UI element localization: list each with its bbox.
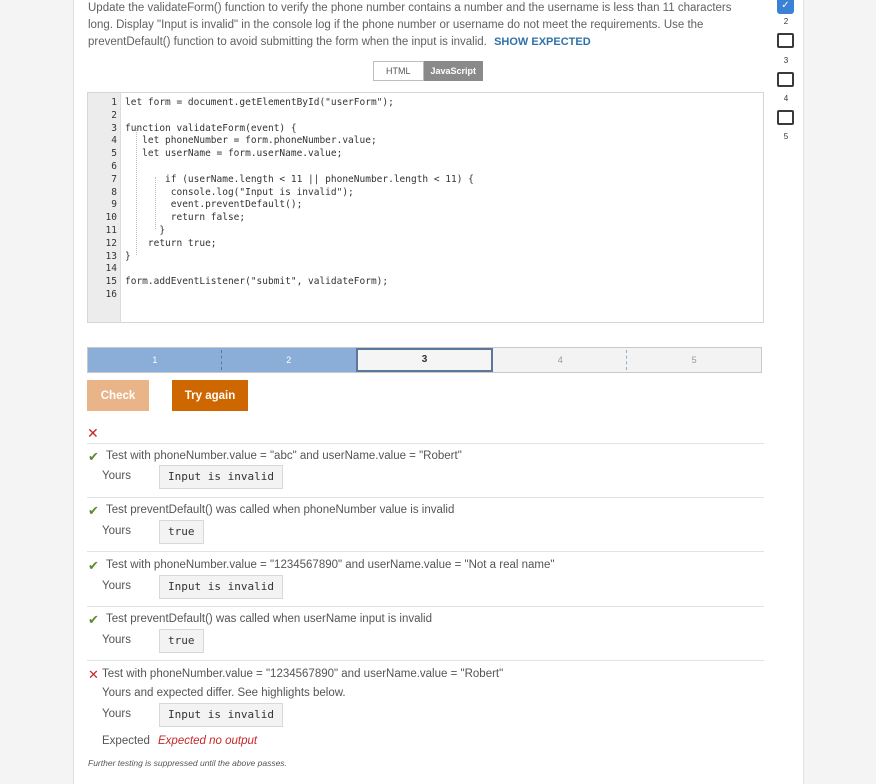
- code-line: 14: [88, 263, 763, 276]
- code-text: form.addEventListener("submit", validate…: [125, 276, 389, 288]
- code-line: 4 let phoneNumber = form.phoneNumber.val…: [88, 135, 763, 148]
- divider: [87, 551, 764, 552]
- line-number: 8: [111, 186, 117, 198]
- code-line: 6: [88, 161, 763, 174]
- yours-output: Input is invalid: [159, 465, 283, 489]
- test-title: Test preventDefault() was called when us…: [106, 613, 432, 625]
- code-line: 16: [88, 289, 763, 302]
- line-number: 12: [105, 237, 117, 249]
- check-button[interactable]: Check: [87, 380, 149, 411]
- test-title: Test with phoneNumber.value = "123456789…: [102, 668, 504, 680]
- line-number: 1: [111, 97, 117, 108]
- level-1-complete-icon[interactable]: ✓: [777, 0, 794, 14]
- code-line: 3 function validateForm(event) {: [88, 123, 763, 136]
- code-line: 1 let form = document.getElementById("use…: [88, 97, 763, 110]
- code-line: 11 }: [88, 225, 763, 238]
- code-text: let phoneNumber = form.phoneNumber.value…: [125, 135, 377, 147]
- line-number: 5: [111, 148, 117, 160]
- code-line: 10 return false;: [88, 212, 763, 225]
- code-text: let form = document.getElementById("user…: [125, 97, 394, 108]
- test-title: Test with phoneNumber.value = "123456789…: [106, 559, 555, 571]
- suppressed-note: Further testing is suppressed until the …: [88, 758, 287, 768]
- level-number: 3: [783, 56, 789, 65]
- expected-label: Expected: [102, 735, 150, 747]
- code-text: console.log("Input is invalid");: [125, 186, 354, 198]
- pass-icon: ✔: [88, 449, 99, 464]
- try-again-button[interactable]: Try again: [172, 380, 248, 411]
- difference-note: Yours and expected differ. See highlight…: [102, 687, 346, 699]
- pass-icon: ✔: [88, 612, 99, 627]
- line-number: 3: [111, 122, 117, 134]
- line-number: 13: [105, 250, 117, 262]
- progress-segment-1[interactable]: 1: [88, 348, 222, 372]
- yours-label: Yours: [102, 525, 131, 537]
- divider: [87, 443, 764, 444]
- level-3-box[interactable]: [777, 72, 794, 87]
- yours-output: Input is invalid: [159, 703, 283, 727]
- show-expected-link[interactable]: SHOW EXPECTED: [494, 36, 591, 48]
- code-text: return true;: [125, 237, 217, 249]
- divider: [87, 660, 764, 661]
- tab-html[interactable]: HTML: [373, 61, 424, 81]
- fail-icon: ✕: [88, 667, 99, 682]
- line-number: 10: [105, 212, 117, 224]
- code-line: 8 console.log("Input is invalid");: [88, 187, 763, 200]
- yours-label: Yours: [102, 708, 131, 720]
- code-text: return false;: [125, 212, 246, 224]
- instructions: Update the validateForm() function to ve…: [88, 0, 758, 51]
- level-number: 2: [783, 17, 789, 26]
- test-title: Test preventDefault() was called when ph…: [106, 504, 455, 516]
- code-text: event.preventDefault();: [125, 199, 303, 211]
- progress-segment-2[interactable]: 2: [221, 348, 356, 372]
- yours-output: true: [159, 520, 204, 544]
- test-title: Test with phoneNumber.value = "abc" and …: [106, 450, 462, 462]
- progress-segment-4[interactable]: 4: [493, 348, 628, 372]
- code-text: }: [125, 225, 166, 236]
- line-number: 14: [105, 263, 117, 275]
- line-number: 6: [111, 161, 117, 172]
- code-line: 2: [88, 110, 763, 123]
- code-text: function validateForm(event) {: [125, 122, 297, 134]
- divider: [87, 606, 764, 607]
- line-number: 2: [111, 109, 117, 121]
- code-text: let userName = form.userName.value;: [125, 148, 343, 160]
- line-number: 16: [105, 289, 117, 300]
- code-line: 7 if (userName.length < 11 || phoneNumbe…: [88, 174, 763, 187]
- level-number: 4: [783, 94, 789, 103]
- code-line: 9 event.preventDefault();: [88, 199, 763, 212]
- code-line: 12 return true;: [88, 238, 763, 251]
- code-text: if (userName.length < 11 || phoneNumber.…: [125, 173, 474, 185]
- language-tabs: HTML JavaScript: [373, 61, 484, 81]
- code-line: 5 let userName = form.userName.value;: [88, 148, 763, 161]
- level-progress-bar: 1 2 3 4 5: [87, 347, 762, 373]
- code-line: 15 form.addEventListener("submit", valida…: [88, 276, 763, 289]
- progress-segment-5[interactable]: 5: [627, 348, 761, 372]
- line-number: 4: [111, 135, 117, 147]
- divider: [87, 497, 764, 498]
- level-4-box[interactable]: [777, 110, 794, 125]
- yours-output: Input is invalid: [159, 575, 283, 599]
- code-text: }: [125, 250, 131, 262]
- code-editor[interactable]: 1 let form = document.getElementById("use…: [87, 92, 764, 323]
- expected-output: Expected no output: [158, 735, 258, 747]
- instructions-text: Update the validateForm() function to ve…: [88, 2, 732, 48]
- progress-segment-3[interactable]: 3: [355, 348, 494, 372]
- level-2-box[interactable]: [777, 33, 794, 48]
- level-number: 5: [783, 132, 789, 141]
- line-number: 15: [105, 276, 117, 288]
- overall-fail-icon: ✕: [87, 425, 99, 441]
- line-number: 9: [111, 199, 117, 211]
- yours-output: true: [159, 629, 204, 653]
- line-number: 11: [105, 225, 117, 236]
- code-line: 13}: [88, 251, 763, 264]
- line-number: 7: [111, 173, 117, 185]
- yours-label: Yours: [102, 580, 131, 592]
- tab-javascript[interactable]: JavaScript: [423, 61, 484, 81]
- yours-label: Yours: [102, 470, 131, 482]
- pass-icon: ✔: [88, 503, 99, 518]
- pass-icon: ✔: [88, 558, 99, 573]
- yours-label: Yours: [102, 634, 131, 646]
